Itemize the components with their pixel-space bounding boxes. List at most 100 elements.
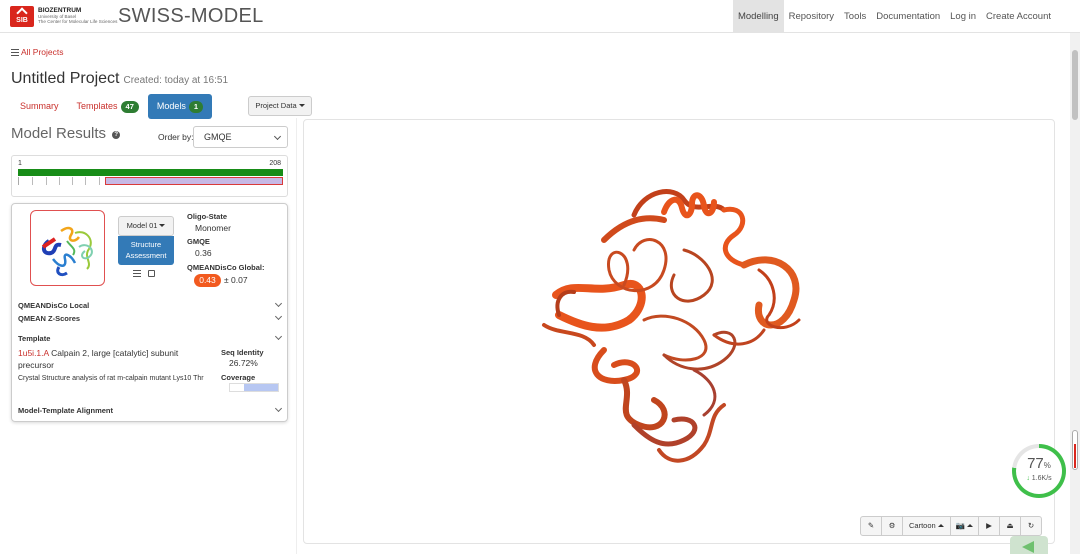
representation-dropdown[interactable]: Cartoon	[902, 516, 951, 536]
biozentrum-logo[interactable]: BIOZENTRUM University of Basel The Cente…	[38, 7, 117, 24]
caret-down-icon	[159, 224, 166, 227]
camera-dropdown[interactable]: 📷	[949, 516, 980, 536]
coverage-end: 208	[269, 160, 281, 167]
qmean-global-label: QMEANDisCo Global:	[187, 263, 265, 272]
coverage-tick	[85, 177, 86, 185]
order-by-select[interactable]: GMQE	[193, 126, 288, 148]
templates-count-badge: 47	[120, 101, 139, 113]
qmean-global-badge: 0.43	[194, 274, 221, 287]
models-count-badge: 1	[188, 101, 204, 113]
all-projects-label: All Projects	[21, 47, 64, 57]
nav-login[interactable]: Log in	[945, 0, 981, 33]
viewer-toolbar: ✎ ⚙ Cartoon 📷 ▶ ⏏ ↻	[860, 516, 1043, 536]
alignment-label: Model-Template Alignment	[18, 406, 114, 415]
coverage-tick	[46, 177, 47, 185]
seq-identity-value: 26.72%	[229, 358, 258, 368]
arrow-down-icon: ↓	[1026, 475, 1030, 482]
list-icon	[11, 49, 19, 56]
nav-repository[interactable]: Repository	[784, 0, 839, 33]
seq-identity-label: Seq Identity	[221, 348, 264, 357]
qmean-global-error: ± 0.07	[224, 275, 248, 285]
coverage-tick	[99, 177, 100, 185]
coverage-tick	[72, 177, 73, 185]
model-thumbnail[interactable]	[30, 210, 105, 286]
created-timestamp: Created: today at 16:51	[123, 75, 229, 86]
camera-icon: 📷	[955, 521, 966, 530]
speed-percent: 77%	[1016, 456, 1062, 474]
pencil-icon[interactable]: ✎	[860, 516, 882, 536]
align-center-icon[interactable]	[133, 270, 141, 278]
project-data-label: Project Data	[255, 101, 297, 110]
project-data-dropdown[interactable]: Project Data	[248, 96, 312, 116]
structure-viewer[interactable]	[303, 119, 1055, 544]
oligo-state-label: Oligo-State	[187, 212, 228, 221]
brand-title[interactable]: SWISS-MODEL	[118, 5, 264, 28]
chevron-down-icon	[273, 132, 282, 141]
corner-widget[interactable]	[1010, 536, 1048, 554]
model-card: Model 01 Structure Assessment Oligo-State…	[11, 203, 288, 422]
tab-templates-label: Templates	[76, 101, 118, 111]
tab-templates[interactable]: Templates 47	[68, 94, 148, 119]
model-results-heading: Model Results ?	[11, 125, 121, 142]
all-projects-link[interactable]: All Projects	[11, 47, 64, 57]
speed-percent-unit: %	[1043, 461, 1051, 470]
qmean-zscores-toggle[interactable]: QMEAN Z-Scores	[18, 312, 283, 323]
order-by-value: GMQE	[204, 132, 232, 142]
speed-inner: 77% ↓ 1.6K/s	[1016, 448, 1062, 494]
protein-cartoon-render	[542, 189, 801, 463]
eject-icon[interactable]: ⏏	[999, 516, 1022, 536]
project-name[interactable]: Untitled Project	[11, 70, 120, 87]
column-divider	[296, 118, 297, 554]
play-icon[interactable]: ▶	[978, 516, 1001, 536]
gear-icon[interactable]: ⚙	[881, 516, 903, 536]
chevron-down-icon	[274, 312, 283, 321]
tab-models-label: Models	[156, 101, 186, 111]
model-select-label: Model 01	[126, 221, 158, 230]
main-nav: Modelling Repository Tools Documentation…	[732, 0, 1056, 33]
refresh-icon[interactable]: ↻	[1020, 516, 1043, 536]
tab-summary[interactable]: Summary	[11, 94, 68, 119]
tab-models[interactable]: Models 1	[147, 94, 213, 119]
model-results-label: Model Results	[11, 125, 107, 142]
sequence-coverage-overview: 1 208	[11, 155, 288, 197]
assess-line-1: Structure	[130, 240, 162, 249]
template-description: Crystal Structure analysis of rat m-calp…	[18, 375, 204, 382]
model-select-dropdown[interactable]: Model 01	[118, 216, 174, 236]
network-speed-widget[interactable]: 77% ↓ 1.6K/s	[1012, 444, 1066, 498]
nav-modelling[interactable]: Modelling	[732, 0, 784, 33]
top-navbar: SIB BIOZENTRUM University of Basel The C…	[0, 0, 1080, 33]
target-sequence-bar	[18, 169, 283, 176]
arrow-left-icon	[1022, 541, 1034, 553]
gmqe-label: GMQE	[187, 237, 210, 246]
qmean-local-label: QMEANDisCo Local	[18, 301, 90, 310]
scrollbar-thumb[interactable]	[1072, 50, 1078, 120]
speed-percent-value: 77	[1027, 455, 1044, 472]
template-coverage-bar	[229, 383, 279, 392]
nav-documentation[interactable]: Documentation	[871, 0, 945, 33]
protein-thumbnail-image	[41, 226, 93, 277]
qmean-zscores-label: QMEAN Z-Scores	[18, 314, 81, 323]
structure-assessment-button[interactable]: Structure Assessment	[118, 236, 174, 265]
template-coverage-fill	[244, 384, 278, 391]
order-by-label: Order by:	[158, 132, 194, 142]
qmean-local-toggle[interactable]: QMEANDisCo Local	[18, 299, 283, 310]
nav-tools[interactable]: Tools	[839, 0, 871, 33]
chevron-down-icon	[274, 332, 283, 341]
chevron-down-icon	[274, 299, 283, 308]
alignment-toggle[interactable]: Model-Template Alignment	[18, 404, 283, 415]
help-icon[interactable]: ?	[112, 131, 121, 139]
template-section-toggle[interactable]: Template	[18, 332, 283, 343]
sib-logo[interactable]: SIB	[10, 6, 34, 27]
speed-rate: ↓ 1.6K/s	[1016, 474, 1062, 484]
nav-create-account[interactable]: Create Account	[981, 0, 1056, 33]
template-label: Template	[18, 334, 51, 343]
gmqe-value: 0.36	[195, 248, 212, 258]
model-coverage-segment[interactable]	[105, 177, 283, 185]
model-select-checkbox[interactable]	[148, 270, 155, 277]
coverage-tick	[32, 177, 33, 185]
coverage-start: 1	[18, 160, 22, 167]
chevron-down-icon	[274, 404, 283, 413]
template-id-link[interactable]: 1u5i.1.A	[18, 348, 49, 358]
template-info: 1u5i.1.A Calpain 2, large [catalytic] su…	[18, 347, 213, 371]
tab-summary-label: Summary	[20, 101, 59, 111]
